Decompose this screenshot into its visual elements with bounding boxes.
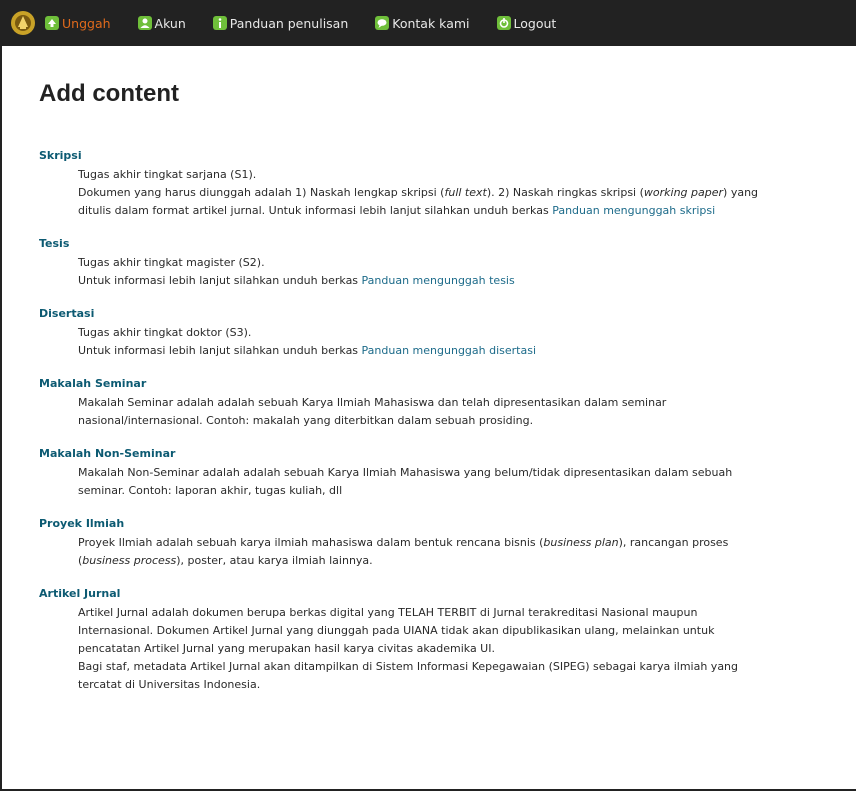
nav-writing-guide-label: Panduan penulisan xyxy=(229,15,349,31)
description-line: Untuk informasi lebih lanjut silahkan un… xyxy=(78,272,845,290)
entry-title-artikel-jurnal[interactable]: Artikel Jurnal xyxy=(39,587,845,600)
upload-icon xyxy=(45,16,59,30)
description-line: Artikel Jurnal adalah dokumen berupa ber… xyxy=(78,606,698,619)
nav-logout[interactable]: Logout xyxy=(496,15,557,31)
description-line: tercatat di Universitas Indonesia. xyxy=(78,678,261,691)
nav-contact-label: Kontak kami xyxy=(392,15,470,31)
entry-tesis: Tesis Tugas akhir tingkat magister (S2).… xyxy=(39,237,845,290)
entry-proyek-ilmiah: Proyek Ilmiah Proyek Ilmiah adalah sebua… xyxy=(39,517,845,570)
entry-title-makalah-seminar[interactable]: Makalah Seminar xyxy=(39,377,845,390)
entry-description-proyek-ilmiah: Proyek Ilmiah adalah sebuah karya ilmiah… xyxy=(78,534,845,570)
main-content: Add content Skripsi Tugas akhir tingkat … xyxy=(39,80,845,711)
description-text: Untuk informasi lebih lanjut silahkan un… xyxy=(78,344,362,357)
description-text: Untuk informasi lebih lanjut silahkan un… xyxy=(78,274,362,287)
description-text: ditulis dalam format artikel jurnal. Unt… xyxy=(78,204,553,217)
description-line: Makalah Seminar adalah adalah sebuah Kar… xyxy=(78,396,667,409)
entry-description-artikel-jurnal: Artikel Jurnal adalah dokumen berupa ber… xyxy=(78,604,845,694)
nav-account[interactable]: Akun xyxy=(137,15,186,31)
entry-description-disertasi: Tugas akhir tingkat doktor (S3). Untuk i… xyxy=(78,324,845,360)
description-text: Dokumen yang harus diunggah adalah 1) Na… xyxy=(78,186,445,199)
entry-description-skripsi: Tugas akhir tingkat sarjana (S1). Dokume… xyxy=(78,166,845,220)
entry-makalah-non-seminar: Makalah Non-Seminar Makalah Non-Seminar … xyxy=(39,447,845,500)
tesis-guide-link[interactable]: Panduan mengunggah tesis xyxy=(362,274,515,287)
top-navigation-bar: Unggah Akun Panduan penulisan Kontak kam… xyxy=(2,0,856,46)
description-text: ). 2) Naskah ringkas skripsi ( xyxy=(486,186,644,199)
entry-title-skripsi[interactable]: Skripsi xyxy=(39,149,845,162)
description-line: Untuk informasi lebih lanjut silahkan un… xyxy=(78,342,845,360)
page-frame: Unggah Akun Panduan penulisan Kontak kam… xyxy=(0,0,856,791)
description-line: (business process), poster, atau karya i… xyxy=(78,552,845,570)
description-line: Bagi staf, metadata Artikel Jurnal akan … xyxy=(78,660,739,673)
description-line: Proyek Ilmiah adalah sebuah karya ilmiah… xyxy=(78,534,845,552)
guide-icon xyxy=(212,16,227,30)
nav-writing-guide[interactable]: Panduan penulisan xyxy=(212,15,349,31)
entry-title-disertasi[interactable]: Disertasi xyxy=(39,307,845,320)
entry-disertasi: Disertasi Tugas akhir tingkat doktor (S3… xyxy=(39,307,845,360)
description-line: Tugas akhir tingkat magister (S2). xyxy=(78,256,265,269)
description-line: Tugas akhir tingkat sarjana (S1). xyxy=(78,168,257,181)
entry-makalah-seminar: Makalah Seminar Makalah Seminar adalah a… xyxy=(39,377,845,430)
nav-logout-label: Logout xyxy=(513,15,557,31)
description-line: Tugas akhir tingkat doktor (S3). xyxy=(78,326,252,339)
description-line: nasional/internasional. Contoh: makalah … xyxy=(78,414,534,427)
description-line: Makalah Non-Seminar adalah adalah sebuah… xyxy=(78,466,733,479)
nav-upload[interactable]: Unggah xyxy=(45,16,111,31)
entry-artikel-jurnal: Artikel Jurnal Artikel Jurnal adalah dok… xyxy=(39,587,845,694)
entry-title-tesis[interactable]: Tesis xyxy=(39,237,845,250)
description-line: Dokumen yang harus diunggah adalah 1) Na… xyxy=(78,184,845,202)
skripsi-guide-link[interactable]: Panduan mengunggah skripsi xyxy=(552,204,715,217)
nav-account-label: Akun xyxy=(154,15,186,31)
entry-title-proyek-ilmiah[interactable]: Proyek Ilmiah xyxy=(39,517,845,530)
description-text: ), rancangan proses xyxy=(618,536,729,549)
entry-title-makalah-non-seminar[interactable]: Makalah Non-Seminar xyxy=(39,447,845,460)
description-text: ), poster, atau karya ilmiah lainnya. xyxy=(176,554,373,567)
entry-description-makalah-seminar: Makalah Seminar adalah adalah sebuah Kar… xyxy=(78,394,845,430)
description-line: ditulis dalam format artikel jurnal. Unt… xyxy=(78,202,845,220)
nav-upload-label: Unggah xyxy=(62,15,111,31)
description-italic-text: full text xyxy=(444,186,487,199)
entry-skripsi: Skripsi Tugas akhir tingkat sarjana (S1)… xyxy=(39,149,845,220)
description-line: seminar. Contoh: laporan akhir, tugas ku… xyxy=(78,484,343,497)
description-italic-text: working paper xyxy=(643,186,724,199)
description-text: ) yang xyxy=(723,186,759,199)
description-text: Proyek Ilmiah adalah sebuah karya ilmiah… xyxy=(78,536,544,549)
description-italic-text: business plan xyxy=(543,536,619,549)
page-title: Add content xyxy=(39,80,179,107)
entry-description-tesis: Tugas akhir tingkat magister (S2). Untuk… xyxy=(78,254,845,290)
university-logo-icon[interactable] xyxy=(8,8,38,38)
description-italic-text: business process xyxy=(82,554,177,567)
user-icon xyxy=(137,16,152,30)
entry-description-makalah-non-seminar: Makalah Non-Seminar adalah adalah sebuah… xyxy=(78,464,845,500)
nav-contact[interactable]: Kontak kami xyxy=(375,15,470,31)
disertasi-guide-link[interactable]: Panduan mengunggah disertasi xyxy=(362,344,536,357)
logout-icon xyxy=(496,16,511,30)
description-line: pencatatan Artikel Jurnal yang merupakan… xyxy=(78,642,495,655)
contact-icon xyxy=(375,16,390,30)
description-line: Internasional. Dokumen Artikel Jurnal ya… xyxy=(78,624,715,637)
